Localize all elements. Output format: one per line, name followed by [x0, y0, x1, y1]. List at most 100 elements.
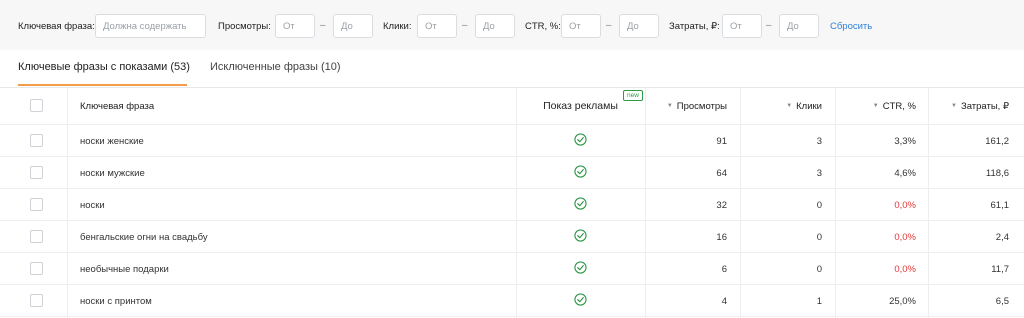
table-row[interactable]: носки мужские 64 3 4,6% 118,6	[0, 157, 1024, 189]
cost-to-input[interactable]	[779, 14, 819, 38]
cost-header-label: Затраты, ₽	[960, 100, 1009, 112]
cost-cell: 61,1	[928, 189, 1010, 221]
phrase-cell-text: носки	[80, 199, 105, 211]
triangle-down-icon: ▼	[872, 103, 879, 109]
table-row[interactable]: необычные подарки 6 0 0,0% 11,7	[0, 253, 1024, 285]
ctr-filter-label: CTR, %:	[525, 21, 561, 32]
clicks-cell-text: 0	[816, 231, 822, 243]
cost-cell-text: 6,5	[995, 295, 1009, 307]
cost-cell: 161,2	[928, 125, 1009, 157]
clicks-from-input[interactable]	[417, 14, 457, 38]
row-divider	[0, 316, 1024, 317]
ctr-cell-text: 0,0%	[894, 199, 916, 211]
views-cell: 16	[645, 221, 727, 253]
phrase-cell-text: носки женские	[80, 135, 144, 147]
phrase-cell: носки	[80, 189, 500, 221]
phrase-cell-text: носки с принтом	[80, 295, 152, 307]
clicks-range-dash: –	[462, 20, 468, 31]
row-checkbox[interactable]	[30, 166, 43, 179]
ctr-column-header[interactable]: ▼ CTR, %	[835, 88, 916, 124]
triangle-down-icon: ▼	[786, 103, 793, 109]
views-cell: 91	[645, 125, 727, 157]
views-from-input[interactable]	[275, 14, 315, 38]
views-cell: 64	[645, 157, 727, 189]
table-row[interactable]: носки с принтом 4 1 25,0% 6,5	[0, 285, 1024, 317]
clicks-filter-label: Клики:	[383, 21, 412, 32]
ad-show-header-label: Показ рекламы	[543, 100, 618, 112]
ctr-cell: 0,0%	[835, 189, 916, 221]
phrase-cell-text: бенгальские огни на свадьбу	[80, 231, 208, 243]
phrase-column-header[interactable]: Ключевая фраза	[80, 88, 380, 124]
row-checkbox[interactable]	[30, 262, 43, 275]
phrase-cell: необычные подарки	[80, 253, 500, 285]
ctr-cell-text: 3,3%	[894, 135, 916, 147]
keyword-table: Ключевая фраза Показ рекламы new ▼ Просм…	[0, 88, 1024, 318]
ad-show-cell	[516, 155, 645, 187]
ad-show-cell	[516, 187, 645, 219]
cost-cell-text: 118,6	[985, 167, 1009, 179]
ctr-cell-text: 4,6%	[894, 167, 916, 179]
clicks-to-input[interactable]	[475, 14, 515, 38]
ad-show-cell	[516, 219, 645, 251]
table-row[interactable]: носки 32 0 0,0% 61,1	[0, 189, 1024, 221]
views-column-header[interactable]: ▼ Просмотры	[645, 88, 727, 124]
new-badge: new	[623, 90, 643, 101]
phrase-filter-label: Ключевая фраза:	[18, 21, 95, 32]
select-all-checkbox[interactable]	[30, 99, 43, 112]
phrase-cell: носки мужские	[80, 157, 500, 189]
reset-filters-link[interactable]: Сбросить	[830, 21, 872, 32]
ctr-to-input[interactable]	[619, 14, 659, 38]
ad-show-cell	[516, 251, 645, 283]
ctr-cell: 25,0%	[835, 285, 916, 317]
views-cell: 4	[645, 285, 727, 317]
row-checkbox[interactable]	[30, 294, 43, 307]
check-circle-icon	[574, 292, 587, 306]
phrase-cell-text: носки мужские	[80, 167, 145, 179]
clicks-cell: 3	[740, 125, 822, 157]
views-header-label: Просмотры	[676, 100, 727, 112]
clicks-cell-text: 0	[816, 263, 822, 275]
ad-show-cell	[516, 283, 645, 315]
clicks-cell-text: 3	[816, 167, 822, 179]
ctr-cell: 3,3%	[835, 125, 916, 157]
views-range-dash: –	[320, 20, 326, 31]
check-circle-icon	[574, 164, 587, 178]
ctr-cell: 4,6%	[835, 157, 916, 189]
views-cell: 6	[645, 253, 727, 285]
tab-phrases-with-impressions[interactable]: Ключевые фразы с показами (53)	[18, 61, 190, 73]
views-cell-text: 4	[721, 295, 727, 307]
cost-cell: 11,7	[928, 253, 1009, 285]
views-cell-text: 6	[721, 263, 727, 275]
check-circle-icon	[574, 228, 587, 242]
ctr-range-dash: –	[606, 20, 612, 31]
cost-from-input[interactable]	[722, 14, 762, 38]
phrase-cell-text: необычные подарки	[80, 263, 169, 275]
clicks-cell: 0	[740, 253, 822, 285]
row-checkbox[interactable]	[30, 230, 43, 243]
cost-filter-label: Затраты, ₽:	[669, 21, 720, 32]
clicks-cell: 0	[740, 189, 822, 221]
ctr-cell: 0,0%	[835, 221, 916, 253]
check-circle-icon	[574, 260, 587, 274]
ctr-cell: 0,0%	[835, 253, 916, 285]
cost-cell-text: 161,2	[985, 135, 1009, 147]
row-checkbox[interactable]	[30, 198, 43, 211]
clicks-header-label: Клики	[796, 100, 822, 112]
tab-bar: Ключевые фразы с показами (53) Исключенн…	[0, 50, 1024, 88]
clicks-cell: 3	[740, 157, 822, 189]
views-cell-text: 64	[716, 167, 727, 179]
cost-cell-text: 2,4	[995, 231, 1009, 243]
tab-excluded-phrases[interactable]: Исключенные фразы (10)	[210, 61, 341, 73]
row-checkbox[interactable]	[30, 134, 43, 147]
clicks-cell-text: 1	[816, 295, 822, 307]
clicks-column-header[interactable]: ▼ Клики	[740, 88, 822, 124]
clicks-cell: 0	[740, 221, 822, 253]
views-to-input[interactable]	[333, 14, 373, 38]
table-row[interactable]: бенгальские огни на свадьбу 16 0 0,0% 2,4	[0, 221, 1024, 253]
cost-cell-text: 11,7	[991, 263, 1009, 275]
cost-column-header[interactable]: ▼ Затраты, ₽	[928, 88, 1009, 124]
phrase-filter-input[interactable]	[95, 14, 206, 38]
ctr-from-input[interactable]	[561, 14, 601, 38]
table-row[interactable]: носки женские 91 3 3,3% 161,2	[0, 125, 1024, 157]
cost-cell: 6,5	[928, 285, 1009, 317]
